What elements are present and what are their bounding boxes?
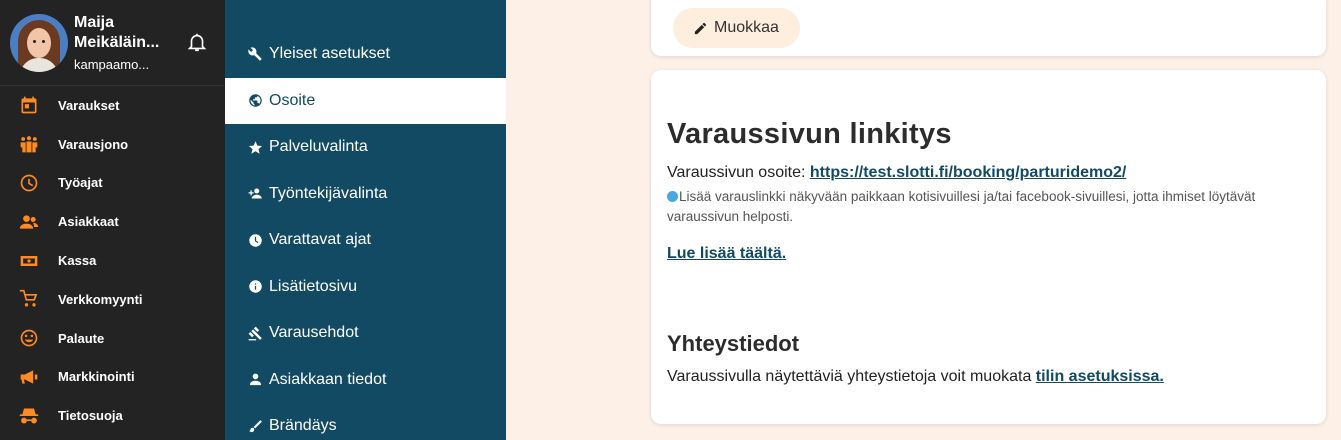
person-icon [249,373,261,386]
wrench-icon [247,47,262,61]
sidebar-item-varausjono[interactable]: Varausjono [0,125,225,164]
submenu-item-label: Osoite [269,91,316,109]
sidebar-item-markkinointi[interactable]: Markkinointi [0,358,225,397]
submenu-item-brandays[interactable]: Brändäys [225,403,506,440]
submenu-item-asiakkaan-tiedot[interactable]: Asiakkaan tiedot [225,357,506,404]
submenu-item-yleiset-asetukset[interactable]: Yleiset asetukset [225,31,506,78]
add-person-icon [248,188,262,199]
brush-icon [248,420,262,432]
submenu-item-lisatietosivu[interactable]: Lisätietosivu [225,264,506,311]
contact-row: Varaussivulla näytettäviä yhteystietoja … [667,368,1164,386]
sidebar-item-asiakkaat[interactable]: Asiakkaat [0,202,225,241]
sidebar-item-label: Verkkomyynti [58,291,143,307]
sidebar-item-kassa[interactable]: Kassa [0,241,225,280]
cash-icon [20,255,38,266]
customers-icon [19,215,39,229]
clock-icon [248,234,262,247]
submenu-item-label: Varattavat ajat [269,231,371,249]
avatar [10,13,68,72]
sidebar-item-label: Kassa [58,253,97,269]
globe-icon [248,94,262,107]
edit-button-label: Muokkaa [714,19,779,36]
people-queue-icon [20,136,38,153]
bell-icon[interactable] [186,31,208,53]
edit-card: Muokkaa [651,0,1326,56]
submenu-item-label: Yleiset asetukset [269,45,390,63]
sidebar-item-tietosuoja[interactable]: Tietosuoja [0,396,225,435]
sidebar-item-label: Palaute [58,330,105,346]
star-icon [248,141,262,154]
read-more-row: Lue lisää täältä. [667,245,786,263]
booking-address-label: Varaussivun osoite: [667,164,810,181]
megaphone-icon [20,370,38,384]
contact-heading: Yhteystiedot [667,331,800,356]
smiley-icon [20,329,38,347]
account-settings-link[interactable]: tilin asetuksissa. [1036,368,1164,385]
submenu-item-label: Lisätietosivu [269,277,358,295]
sidebar-item-label: Markkinointi [58,369,135,385]
submenu-item-palveluvalinta[interactable]: Palveluvalinta [225,124,506,171]
booking-link-card: Varaussivun linkitys Varaussivun osoite:… [651,70,1326,424]
booking-address-row: Varaussivun osoite: https://test.slotti.… [667,164,1126,182]
submenu-item-label: Varausehdot [269,324,359,342]
sidebar-item-label: Asiakkaat [58,214,119,230]
sidebar-item-verkkomyynti[interactable]: Verkkomyynti [0,280,225,319]
gavel-icon [248,326,262,341]
booking-address-link[interactable]: https://test.slotti.fi/booking/parturide… [810,164,1126,181]
sidebar-item-label: Varaukset [58,97,120,113]
page-title: Varaussivun linkitys [667,118,952,150]
read-more-link[interactable]: Lue lisää täältä. [667,245,786,262]
user-profile[interactable]: Maija Meikäläin... kampaamo... [0,0,225,86]
sidebar-item-palaute[interactable]: Palaute [0,319,225,358]
main-nav: Varaukset Varausjono Työajat Asiakkaat K… [0,86,225,435]
sidebar-item-label: Tietosuoja [58,408,123,424]
submenu-item-label: Työntekijävalinta [269,184,388,202]
contact-text: Varaussivulla näytettäviä yhteystietoja … [667,368,1036,385]
edit-button[interactable]: Muokkaa [673,8,800,48]
submenu-item-label: Asiakkaan tiedot [269,370,387,388]
calendar-icon [21,97,37,114]
sidebar-item-tyoajat[interactable]: Työajat [0,164,225,203]
settings-submenu: Yleiset asetukset Osoite Palveluvalinta … [225,0,506,440]
submenu-item-varattavat-ajat[interactable]: Varattavat ajat [225,217,506,264]
main-sidebar: Maija Meikäläin... kampaamo... Varaukset… [0,0,225,440]
profile-business: kampaamo... [74,57,150,72]
submenu-item-osoite[interactable]: Osoite [225,77,506,124]
submenu-item-label: Palveluvalinta [269,138,368,156]
pencil-icon [694,22,707,34]
sidebar-item-label: Työajat [58,175,103,191]
info-icon [667,191,678,202]
incognito-icon [19,408,39,424]
info-icon [248,280,262,293]
profile-name: Maija Meikäläin... [74,14,160,51]
submenu-item-varausehdot[interactable]: Varausehdot [225,310,506,357]
submenu-item-label: Brändäys [269,417,337,435]
info-note: Lisää varauslinkki näkyvään paikkaan kot… [667,187,1307,227]
shopping-cart-icon [19,290,38,307]
submenu-item-tyontekijavalinta[interactable]: Työntekijävalinta [225,171,506,218]
info-text: Lisää varauslinkki näkyvään paikkaan kot… [667,189,1256,224]
clock-icon [20,174,38,192]
sidebar-item-label: Varausjono [58,136,129,152]
sidebar-item-varaukset[interactable]: Varaukset [0,86,225,125]
